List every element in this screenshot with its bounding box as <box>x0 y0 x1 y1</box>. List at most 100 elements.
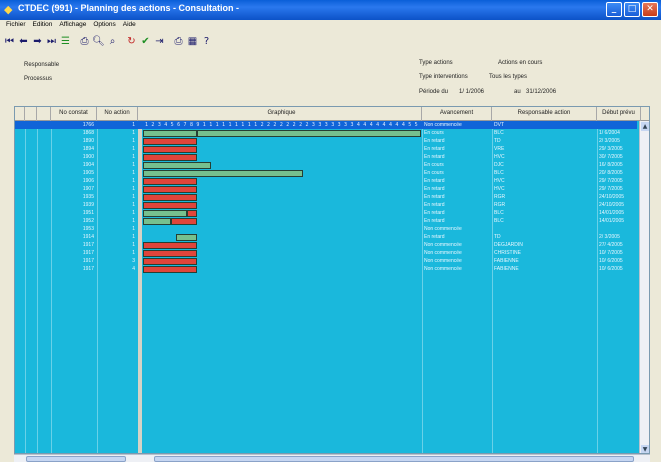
cell-no-action: 1 <box>132 186 135 192</box>
gantt-bar[interactable] <box>143 265 197 273</box>
print-preview-icon[interactable]: ⎙ <box>78 35 91 48</box>
column-header-graphique[interactable]: Graphique <box>142 107 422 121</box>
close-button[interactable]: ✕ <box>642 2 658 17</box>
last-icon[interactable]: ⏭ <box>45 35 58 48</box>
gantt-bar[interactable] <box>143 217 171 225</box>
column-header-avancement[interactable]: Avancement <box>422 107 492 121</box>
print-icon[interactable]: ⎙ <box>172 35 185 48</box>
menu-options[interactable]: Options <box>90 20 119 32</box>
table-row[interactable]: 1917 4 Non commencée FABIENNE 10/ 6/2005 <box>15 265 637 273</box>
scroll-down-icon[interactable]: ▼ <box>641 445 649 453</box>
cell-no-constat: 1868 <box>82 130 94 136</box>
column-header-no-action[interactable]: No action <box>97 107 138 121</box>
vertical-scrollbar[interactable]: ▲ ▼ <box>639 121 649 453</box>
title-bar[interactable]: ◆ CTDEC (991) - Planning des actions - C… <box>0 0 661 20</box>
hscroll-thumb-right[interactable] <box>154 456 634 462</box>
chart-icon[interactable]: ▦ <box>186 35 199 48</box>
table-row[interactable]: 1935 1 En retard RGR 24/10/2005 <box>15 193 637 201</box>
periode-from[interactable]: 1/ 1/2006 <box>459 89 484 95</box>
gantt-bar[interactable] <box>143 193 197 201</box>
table-row[interactable]: 1906 1 En retard HVC 29/ 7/2005 <box>15 177 637 185</box>
table-row[interactable]: 1917 1 Non commencée CHRISTINE 10/ 7/2005 <box>15 249 637 257</box>
scroll-up-icon[interactable]: ▲ <box>641 122 649 131</box>
table-row[interactable]: 1905 1 En cours BLC 20/ 8/2005 <box>15 169 637 177</box>
gantt-bar[interactable] <box>143 249 197 257</box>
horizontal-scrollbar[interactable] <box>14 454 650 462</box>
first-icon[interactable]: ⏮ <box>3 35 16 48</box>
column-header-responsable[interactable]: Responsable action <box>492 107 597 121</box>
table-row[interactable]: 1890 1 En retard TD 2/ 3/2005 <box>15 137 637 145</box>
gantt-bar[interactable] <box>143 137 197 145</box>
gantt-bar[interactable] <box>143 209 187 217</box>
cell-debut-prevu: 10/ 6/2005 <box>599 258 623 264</box>
table-row[interactable]: 1952 1 En retard BLC 14/01/2005 <box>15 217 637 225</box>
gantt-bar[interactable] <box>196 129 421 137</box>
periode-to[interactable]: 31/12/2006 <box>526 89 556 95</box>
table-row[interactable]: 1907 1 En retard HVC 29/ 7/2005 <box>15 185 637 193</box>
column-header-debut-prevu[interactable]: Début prévu <box>597 107 641 121</box>
gantt-bar[interactable] <box>143 153 197 161</box>
cell-debut-prevu: 14/01/2005 <box>599 218 625 224</box>
type-interventions-value[interactable]: Tous les types <box>489 74 527 80</box>
hscroll-thumb-left[interactable] <box>26 456 126 462</box>
cell-no-constat: 1939 <box>82 202 94 208</box>
table-row[interactable]: 1894 1 En retard VRE 29/ 3/2005 <box>15 145 637 153</box>
column-header-no-constat[interactable]: No constat <box>51 107 97 121</box>
gantt-bar[interactable] <box>143 241 197 249</box>
cell-no-action: 4 <box>132 266 135 272</box>
cell-avancement: En retard <box>424 202 445 208</box>
cell-debut-prevu: 16/ 8/2005 <box>599 162 623 168</box>
menu-edition[interactable]: Edition <box>30 20 57 32</box>
table-row[interactable]: 1917 3 Non commencée FABIENNE 10/ 6/2005 <box>15 257 637 265</box>
cell-no-action: 1 <box>132 250 135 256</box>
cell-debut-prevu: 14/01/2005 <box>599 210 625 216</box>
cell-no-action: 1 <box>132 138 135 144</box>
cell-responsable <box>494 225 597 233</box>
gantt-bar[interactable] <box>170 217 197 225</box>
planning-grid[interactable]: No constat No action Graphique Avancemen… <box>14 106 650 454</box>
cell-responsable: FABIENNE <box>494 258 519 264</box>
minimize-button[interactable]: _ <box>606 2 622 17</box>
gantt-bar[interactable] <box>176 233 197 241</box>
prev-icon[interactable]: ⬅ <box>17 35 30 48</box>
cell-debut-prevu: 10/ 6/2005 <box>599 266 623 272</box>
zoom-icon[interactable]: 🔍︎ <box>92 35 105 48</box>
gantt-bar[interactable] <box>143 145 197 153</box>
cell-avancement: En retard <box>424 234 445 240</box>
menu-fichier[interactable]: Fichier <box>3 20 30 32</box>
cell-no-constat: 1953 <box>82 226 94 232</box>
table-row[interactable]: 1900 1 En retard HVC 30/ 7/2005 <box>15 153 637 161</box>
check-icon[interactable]: ✔ <box>139 35 152 48</box>
help-icon[interactable]: ? <box>200 35 213 48</box>
gantt-bar[interactable] <box>143 161 211 169</box>
gantt-bar[interactable] <box>143 201 197 209</box>
gantt-bar[interactable] <box>143 129 197 137</box>
gantt-bar[interactable] <box>186 209 197 217</box>
gantt-bar[interactable] <box>143 257 197 265</box>
table-row[interactable]: 1953 1 Non commencée <box>15 225 637 233</box>
table-row[interactable]: 1951 1 En retard BLC 14/01/2005 <box>15 209 637 217</box>
gantt-bar[interactable] <box>143 177 197 185</box>
gantt-bar[interactable] <box>143 169 303 177</box>
type-actions-value[interactable]: Actions en cours <box>498 60 542 66</box>
maximize-button[interactable]: □ <box>624 2 640 17</box>
table-row[interactable]: 1914 1 En retard TD 2/ 3/2005 <box>15 233 637 241</box>
menu-aide[interactable]: Aide <box>120 20 140 32</box>
menu-affichage[interactable]: Affichage <box>56 20 90 32</box>
cell-avancement: En retard <box>424 218 445 224</box>
find-icon[interactable]: ⌕ <box>106 35 119 48</box>
cell-no-action: 1 <box>132 210 135 216</box>
next-icon[interactable]: ➡ <box>31 35 44 48</box>
cell-no-action: 1 <box>132 218 135 224</box>
filter-icon[interactable]: ☰ <box>59 35 72 48</box>
gantt-bar[interactable] <box>143 185 197 193</box>
export-icon[interactable]: ⇥ <box>153 35 166 48</box>
refresh-icon[interactable]: ↻ <box>125 35 138 48</box>
table-row[interactable]: 1917 1 Non commencée DEGJARDIN 27/ 4/2005 <box>15 241 637 249</box>
cell-responsable: RGR <box>494 194 506 200</box>
table-row[interactable]: 1939 1 En retard RGR 24/10/2005 <box>15 201 637 209</box>
table-row[interactable]: 1904 1 En cours DJC 16/ 8/2005 <box>15 161 637 169</box>
cell-responsable: FABIENNE <box>494 266 519 272</box>
cell-no-constat: 1935 <box>82 194 94 200</box>
cell-avancement: En cours <box>424 170 444 176</box>
